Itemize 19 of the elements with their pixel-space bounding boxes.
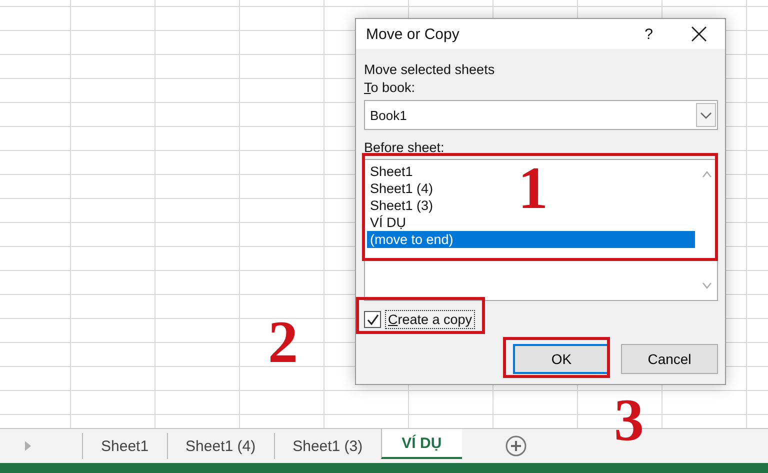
cancel-button[interactable]: Cancel [621,344,718,374]
step-number: 3 [614,390,644,450]
dropdown-button[interactable] [696,103,716,127]
heading-label: Move selected sheets [364,61,496,79]
checkbox[interactable] [364,311,381,328]
ok-button[interactable]: OK [513,344,610,374]
to-book-label: To book: [364,79,416,97]
book-dropdown[interactable]: Book1 [364,100,718,130]
window-title: Move or Copy [366,26,460,42]
close-icon[interactable] [691,26,707,42]
before-sheet-label: Before sheet: [364,139,446,157]
sheet-tab[interactable]: Sheet1 [82,433,167,459]
checkbox-label[interactable]: Create a copy [385,310,476,329]
list-item[interactable]: (move to end) [367,231,695,248]
add-sheet-icon[interactable] [504,435,527,457]
sheet-tab[interactable]: Sheet1 (4) [166,433,274,459]
help-button[interactable]: ? [644,26,653,42]
step-number: 2 [268,312,298,372]
sheet-tab[interactable]: VÍ DỤ [380,429,462,459]
